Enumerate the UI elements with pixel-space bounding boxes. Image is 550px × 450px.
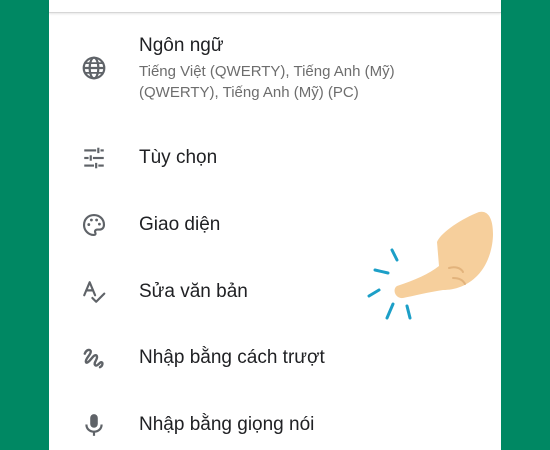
settings-item-title: Nhập bằng giọng nói: [139, 414, 315, 435]
top-divider: [49, 0, 501, 13]
settings-item-title: Sửa văn bản: [139, 281, 248, 302]
settings-item-title: Nhập bằng cách trượt: [139, 347, 325, 368]
settings-panel: Ngôn ngữ Tiếng Việt (QWERTY), Tiếng Anh …: [49, 0, 501, 450]
palette-icon: [79, 210, 109, 240]
gesture-icon: [79, 343, 109, 373]
settings-item-title: Tùy chọn: [139, 147, 218, 168]
settings-item-languages[interactable]: Ngôn ngữ Tiếng Việt (QWERTY), Tiếng Anh …: [49, 30, 501, 110]
settings-item-title: Ngôn ngữ: [139, 35, 224, 56]
sliders-icon: [79, 143, 109, 173]
globe-icon: [79, 53, 109, 83]
settings-item-preferences[interactable]: Tùy chọn: [49, 138, 501, 178]
microphone-icon: [79, 410, 109, 440]
spellcheck-icon: [79, 277, 109, 307]
settings-item-voice-typing[interactable]: Nhập bằng giọng nói: [49, 405, 501, 445]
settings-item-glide-typing[interactable]: Nhập bằng cách trượt: [49, 338, 501, 378]
tapping-hand-icon: [367, 211, 493, 320]
settings-item-title: Giao diện: [139, 214, 221, 235]
settings-item-subtitle: Tiếng Việt (QWERTY), Tiếng Anh (Mỹ) (QWE…: [139, 63, 395, 101]
